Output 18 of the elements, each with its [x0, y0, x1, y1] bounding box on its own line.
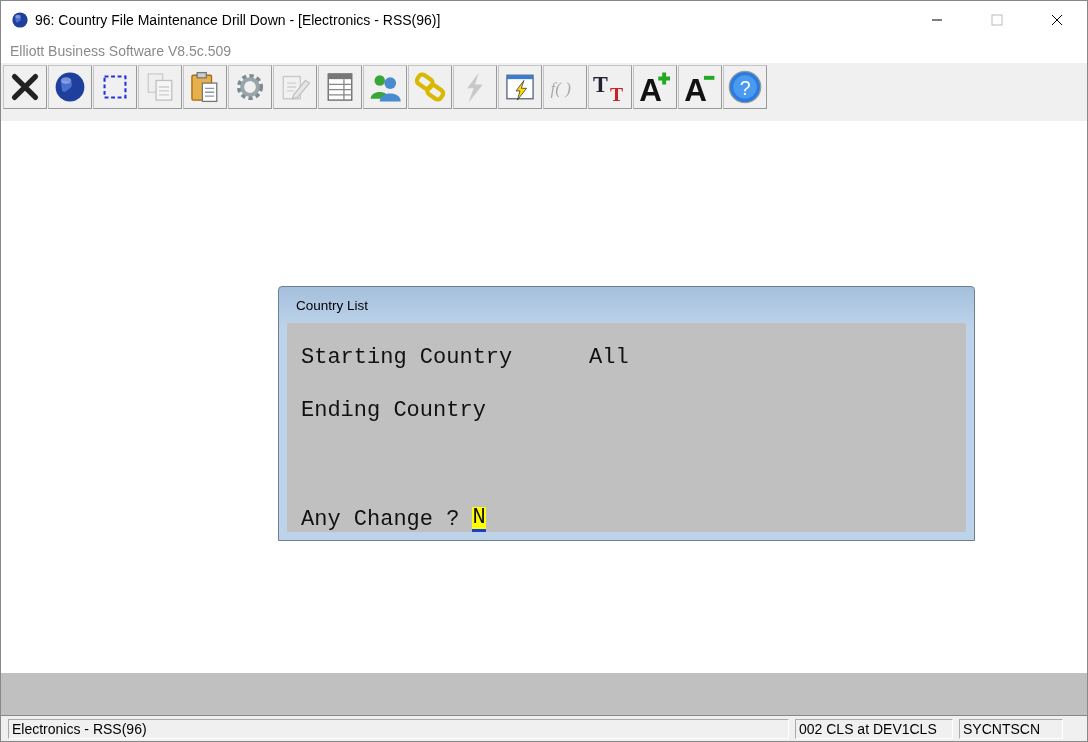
toolbar-button[interactable]	[93, 65, 137, 109]
chain-icon	[413, 70, 447, 104]
close-icon[interactable]	[1051, 14, 1063, 26]
globe-icon	[11, 11, 29, 29]
toolbar-button[interactable]	[3, 65, 47, 109]
dialog-title: Country List	[295, 296, 370, 315]
toolbar-button[interactable]	[48, 65, 92, 109]
globe-icon	[53, 70, 87, 104]
prompt-label: Any Change ?	[301, 507, 460, 532]
field-value: All	[589, 345, 629, 372]
window-title: 96: Country File Maintenance Drill Down - [Electronics - RSS(96)]	[35, 12, 442, 28]
status-field: 002 CLS at DEV1CLS	[795, 719, 953, 739]
field-label: Starting Country	[301, 345, 514, 372]
status-field: Electronics - RSS(96)	[8, 719, 789, 739]
maximize-icon	[991, 14, 1003, 26]
field-label: Ending Country	[301, 398, 487, 425]
input-field[interactable]: N	[472, 507, 486, 532]
status-field: SYCNTSCN	[959, 719, 1063, 739]
